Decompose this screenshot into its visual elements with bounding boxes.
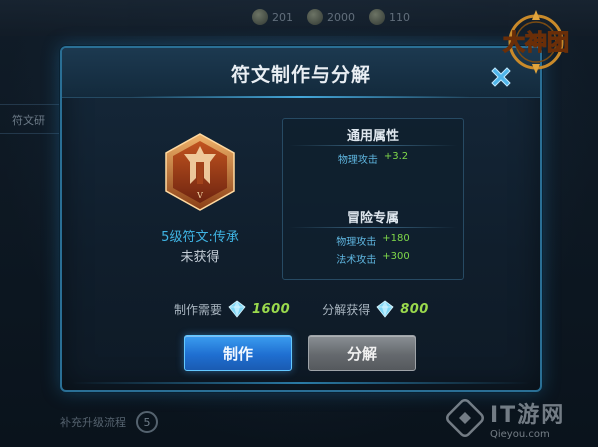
- attribute-value: +3.2: [383, 151, 409, 162]
- make-button[interactable]: 制作: [184, 335, 292, 371]
- top-stat-value: 2000: [327, 10, 355, 24]
- coin-icon: [252, 9, 268, 25]
- top-stat: 201: [252, 9, 293, 25]
- attribute-name: 法术攻击: [336, 255, 377, 266]
- attribute-value: +180: [382, 233, 410, 244]
- background-bottom-text: 补充升级流程: [60, 416, 126, 429]
- watermark-en: Qieyou.com: [490, 428, 550, 440]
- watermark-text: IT游网 Qieyou.com: [490, 397, 565, 440]
- rune-craft-dialog: 符文制作与分解 V 5级符文:传承 未获得 通用属性 物理攻击 +3.2 冒险专…: [60, 46, 542, 392]
- crystal-icon: [376, 300, 394, 318]
- background-side-label: 符文研: [12, 114, 45, 127]
- crystal-icon: [228, 300, 246, 318]
- adventure-attributes-title: 冒险专属: [346, 211, 399, 226]
- make-cost-label: 制作需要: [174, 302, 223, 317]
- brand-logo-text: 大神团: [503, 30, 569, 56]
- top-stats: 201 2000 110: [252, 6, 492, 28]
- watermark-logo-icon: [446, 399, 484, 437]
- attribute-value: +300: [382, 251, 410, 262]
- rune-status: 未获得: [180, 250, 220, 265]
- attribute-name: 物理攻击: [336, 237, 377, 248]
- watermark: IT游网 Qieyou.com: [446, 392, 596, 444]
- make-cost-value: 1600: [252, 301, 291, 317]
- rune-emblem-icon: V: [165, 133, 235, 211]
- attribute-name: 物理攻击: [337, 155, 378, 166]
- attribute-row: 物理攻击 +180: [283, 233, 463, 249]
- background-level-badge: 5: [136, 411, 158, 433]
- gem-icon: [307, 9, 323, 25]
- top-stat-value: 201: [272, 10, 293, 24]
- rune-name: 5级符文:传承: [161, 230, 239, 245]
- section-divider: [289, 145, 457, 146]
- dialog-title: 符文制作与分解: [230, 64, 371, 86]
- ticket-icon: [369, 9, 385, 25]
- attribute-row: 物理攻击 +3.2: [283, 151, 463, 167]
- rune-level-mark: V: [196, 191, 203, 200]
- watermark-cn: IT游网: [490, 402, 566, 428]
- cost-row: 制作需要 1600 分解获得 800: [174, 298, 429, 320]
- top-stat-value: 110: [389, 10, 410, 24]
- decompose-gain-value: 800: [400, 301, 429, 317]
- top-stat: 110: [369, 9, 410, 25]
- brand-logo: 大神团: [502, 10, 570, 74]
- attribute-row: 法术攻击 +300: [283, 251, 463, 267]
- background-bottom-row: 补充升级流程 5: [60, 410, 460, 434]
- top-stat: 2000: [307, 9, 355, 25]
- dialog-title-bar: 符文制作与分解: [62, 48, 540, 98]
- section-divider: [289, 227, 457, 228]
- general-attributes-title: 通用属性: [346, 129, 399, 144]
- attributes-panel: 通用属性 物理攻击 +3.2 冒险专属 物理攻击 +180 法术攻击 +300: [282, 118, 464, 280]
- decompose-button[interactable]: 分解: [308, 335, 416, 371]
- decompose-gain-label: 分解获得: [322, 302, 371, 317]
